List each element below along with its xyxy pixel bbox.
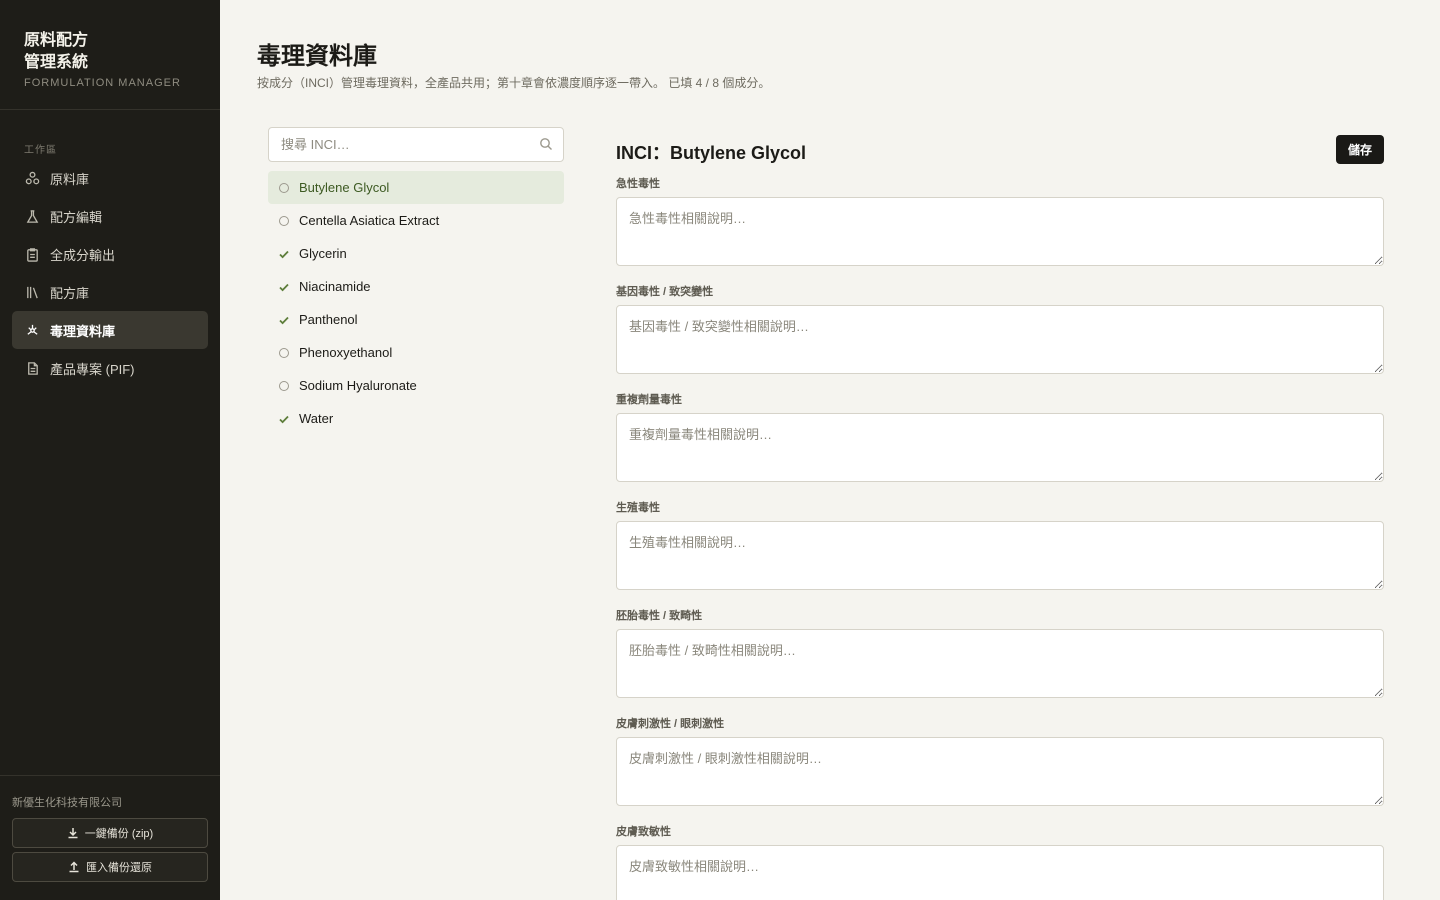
sidebar-item-label: 全成分輸出 xyxy=(50,247,116,263)
sidebar-item-label: 原料庫 xyxy=(50,171,90,187)
page-description: 按成分（INCI）管理毒理資料，全產品共用；第十章會依濃度順序逐一帶入。 已填 … xyxy=(257,76,771,90)
field-acute-toxicity: 急性毒性 xyxy=(616,177,1384,285)
search-box xyxy=(268,127,564,162)
sidebar-item-label: 配方庫 xyxy=(50,285,90,301)
flask-icon xyxy=(24,208,40,224)
field-label: 重複劑量毒性 xyxy=(616,394,682,406)
document-icon xyxy=(24,360,40,376)
brand-title-line2: 管理系統 xyxy=(24,52,89,71)
page-title: 毒理資料庫 xyxy=(257,41,377,70)
biohazard-icon xyxy=(24,322,40,338)
backup-button-label: 一鍵備份 (zip) xyxy=(84,828,154,840)
check-icon xyxy=(278,413,290,425)
clipboard-icon xyxy=(24,246,40,262)
company-name: 新優生化科技有限公司 xyxy=(12,797,122,809)
restore-button-label: 匯入備份還原 xyxy=(86,862,152,874)
ingredient-item[interactable]: Sodium Hyaluronate xyxy=(268,369,564,402)
reproductive-toxicity-textarea[interactable] xyxy=(616,521,1384,590)
save-button[interactable]: 儲存 xyxy=(1336,135,1384,164)
sidebar-item-formula-editor[interactable]: 配方編輯 xyxy=(12,197,208,235)
sidebar-item-label: 產品專案 (PIF) xyxy=(50,361,135,377)
sidebar-footer: 新優生化科技有限公司 一鍵備份 (zip) 匯入備份還原 xyxy=(0,775,220,900)
empty-circle-icon xyxy=(278,182,290,194)
field-label: 生殖毒性 xyxy=(616,502,660,514)
brand-subtitle: FORMULATION MANAGER xyxy=(24,77,181,89)
empty-circle-icon xyxy=(278,215,290,227)
field-reproductive-toxicity: 生殖毒性 xyxy=(616,501,1384,609)
skin-eye-irritation-textarea[interactable] xyxy=(616,737,1384,806)
sidebar-item-product-project[interactable]: 產品專案 (PIF) xyxy=(12,349,208,387)
download-icon xyxy=(68,828,78,839)
ingredient-name: Niacinamide xyxy=(299,279,371,294)
empty-circle-icon xyxy=(278,380,290,392)
ingredient-item[interactable]: Niacinamide xyxy=(268,270,564,303)
embryotoxicity-textarea[interactable] xyxy=(616,629,1384,698)
library-icon xyxy=(24,284,40,300)
search-icon[interactable] xyxy=(539,137,553,151)
field-skin-eye-irritation: 皮膚刺激性 / 眼刺激性 xyxy=(616,717,1384,825)
check-icon xyxy=(278,314,290,326)
ingredient-name: Panthenol xyxy=(299,312,358,327)
restore-button[interactable]: 匯入備份還原 xyxy=(12,852,208,882)
empty-circle-icon xyxy=(278,347,290,359)
ingredient-name: Butylene Glycol xyxy=(299,180,390,195)
field-label: 基因毒性 / 致突變性 xyxy=(616,286,714,298)
ingredient-name: Sodium Hyaluronate xyxy=(299,378,417,393)
molecule-icon xyxy=(24,170,40,186)
sidebar-section-label: 工作區 xyxy=(24,145,57,156)
ingredient-name: Water xyxy=(299,411,334,426)
ingredient-item[interactable]: Panthenol xyxy=(268,303,564,336)
upload-icon xyxy=(69,861,79,873)
field-label: 皮膚刺激性 / 眼刺激性 xyxy=(616,718,725,730)
check-icon xyxy=(278,281,290,293)
ingredient-item[interactable]: Water xyxy=(268,402,564,435)
field-label: 急性毒性 xyxy=(616,178,660,190)
detail-title: INCI：Butylene Glycol xyxy=(616,143,807,163)
ingredient-item[interactable]: Butylene Glycol xyxy=(268,171,564,204)
sidebar-item-full-ingredient-export[interactable]: 全成分輸出 xyxy=(12,235,208,273)
search-input[interactable] xyxy=(269,128,519,161)
genotoxicity-textarea[interactable] xyxy=(616,305,1384,374)
toxicology-fields: 急性毒性 基因毒性 / 致突變性 重複劑量毒性 生殖毒性 胚胎毒性 / 致畸性 … xyxy=(616,177,1384,900)
field-embryotoxicity: 胚胎毒性 / 致畸性 xyxy=(616,609,1384,717)
sidebar-item-label: 毒理資料庫 xyxy=(50,323,116,339)
field-repeated-dose-toxicity: 重複劑量毒性 xyxy=(616,393,1384,501)
sidebar: 原料配方 管理系統 FORMULATION MANAGER 工作區 原料庫 配方… xyxy=(0,0,220,900)
sidebar-item-materials[interactable]: 原料庫 xyxy=(12,159,208,197)
ingredient-name: Glycerin xyxy=(299,246,347,261)
sidebar-item-formula-library[interactable]: 配方庫 xyxy=(12,273,208,311)
acute-toxicity-textarea[interactable] xyxy=(616,197,1384,266)
field-label: 胚胎毒性 / 致畸性 xyxy=(616,610,703,622)
sidebar-nav: 原料庫 配方編輯 全成分輸出 配方庫 毒理資料庫 產品專案 (PIF) xyxy=(12,159,208,387)
skin-sensitization-textarea[interactable] xyxy=(616,845,1384,900)
brand: 原料配方 管理系統 FORMULATION MANAGER xyxy=(0,0,220,110)
ingredient-name: Centella Asiatica Extract xyxy=(299,213,440,228)
ingredient-item[interactable]: Centella Asiatica Extract xyxy=(268,204,564,237)
repeated-dose-toxicity-textarea[interactable] xyxy=(616,413,1384,482)
field-skin-sensitization: 皮膚致敏性 xyxy=(616,825,1384,900)
sidebar-item-toxicology-database[interactable]: 毒理資料庫 xyxy=(12,311,208,349)
check-icon xyxy=(278,248,290,260)
ingredient-name: Phenoxyethanol xyxy=(299,345,393,360)
sidebar-item-label: 配方編輯 xyxy=(50,209,103,225)
ingredient-item[interactable]: Glycerin xyxy=(268,237,564,270)
brand-title-line1: 原料配方 xyxy=(24,30,89,49)
field-genotoxicity: 基因毒性 / 致突變性 xyxy=(616,285,1384,393)
ingredient-item[interactable]: Phenoxyethanol xyxy=(268,336,564,369)
field-label: 皮膚致敏性 xyxy=(616,826,671,838)
ingredient-list: Butylene Glycol Centella Asiatica Extrac… xyxy=(268,171,564,435)
backup-button[interactable]: 一鍵備份 (zip) xyxy=(12,818,208,848)
